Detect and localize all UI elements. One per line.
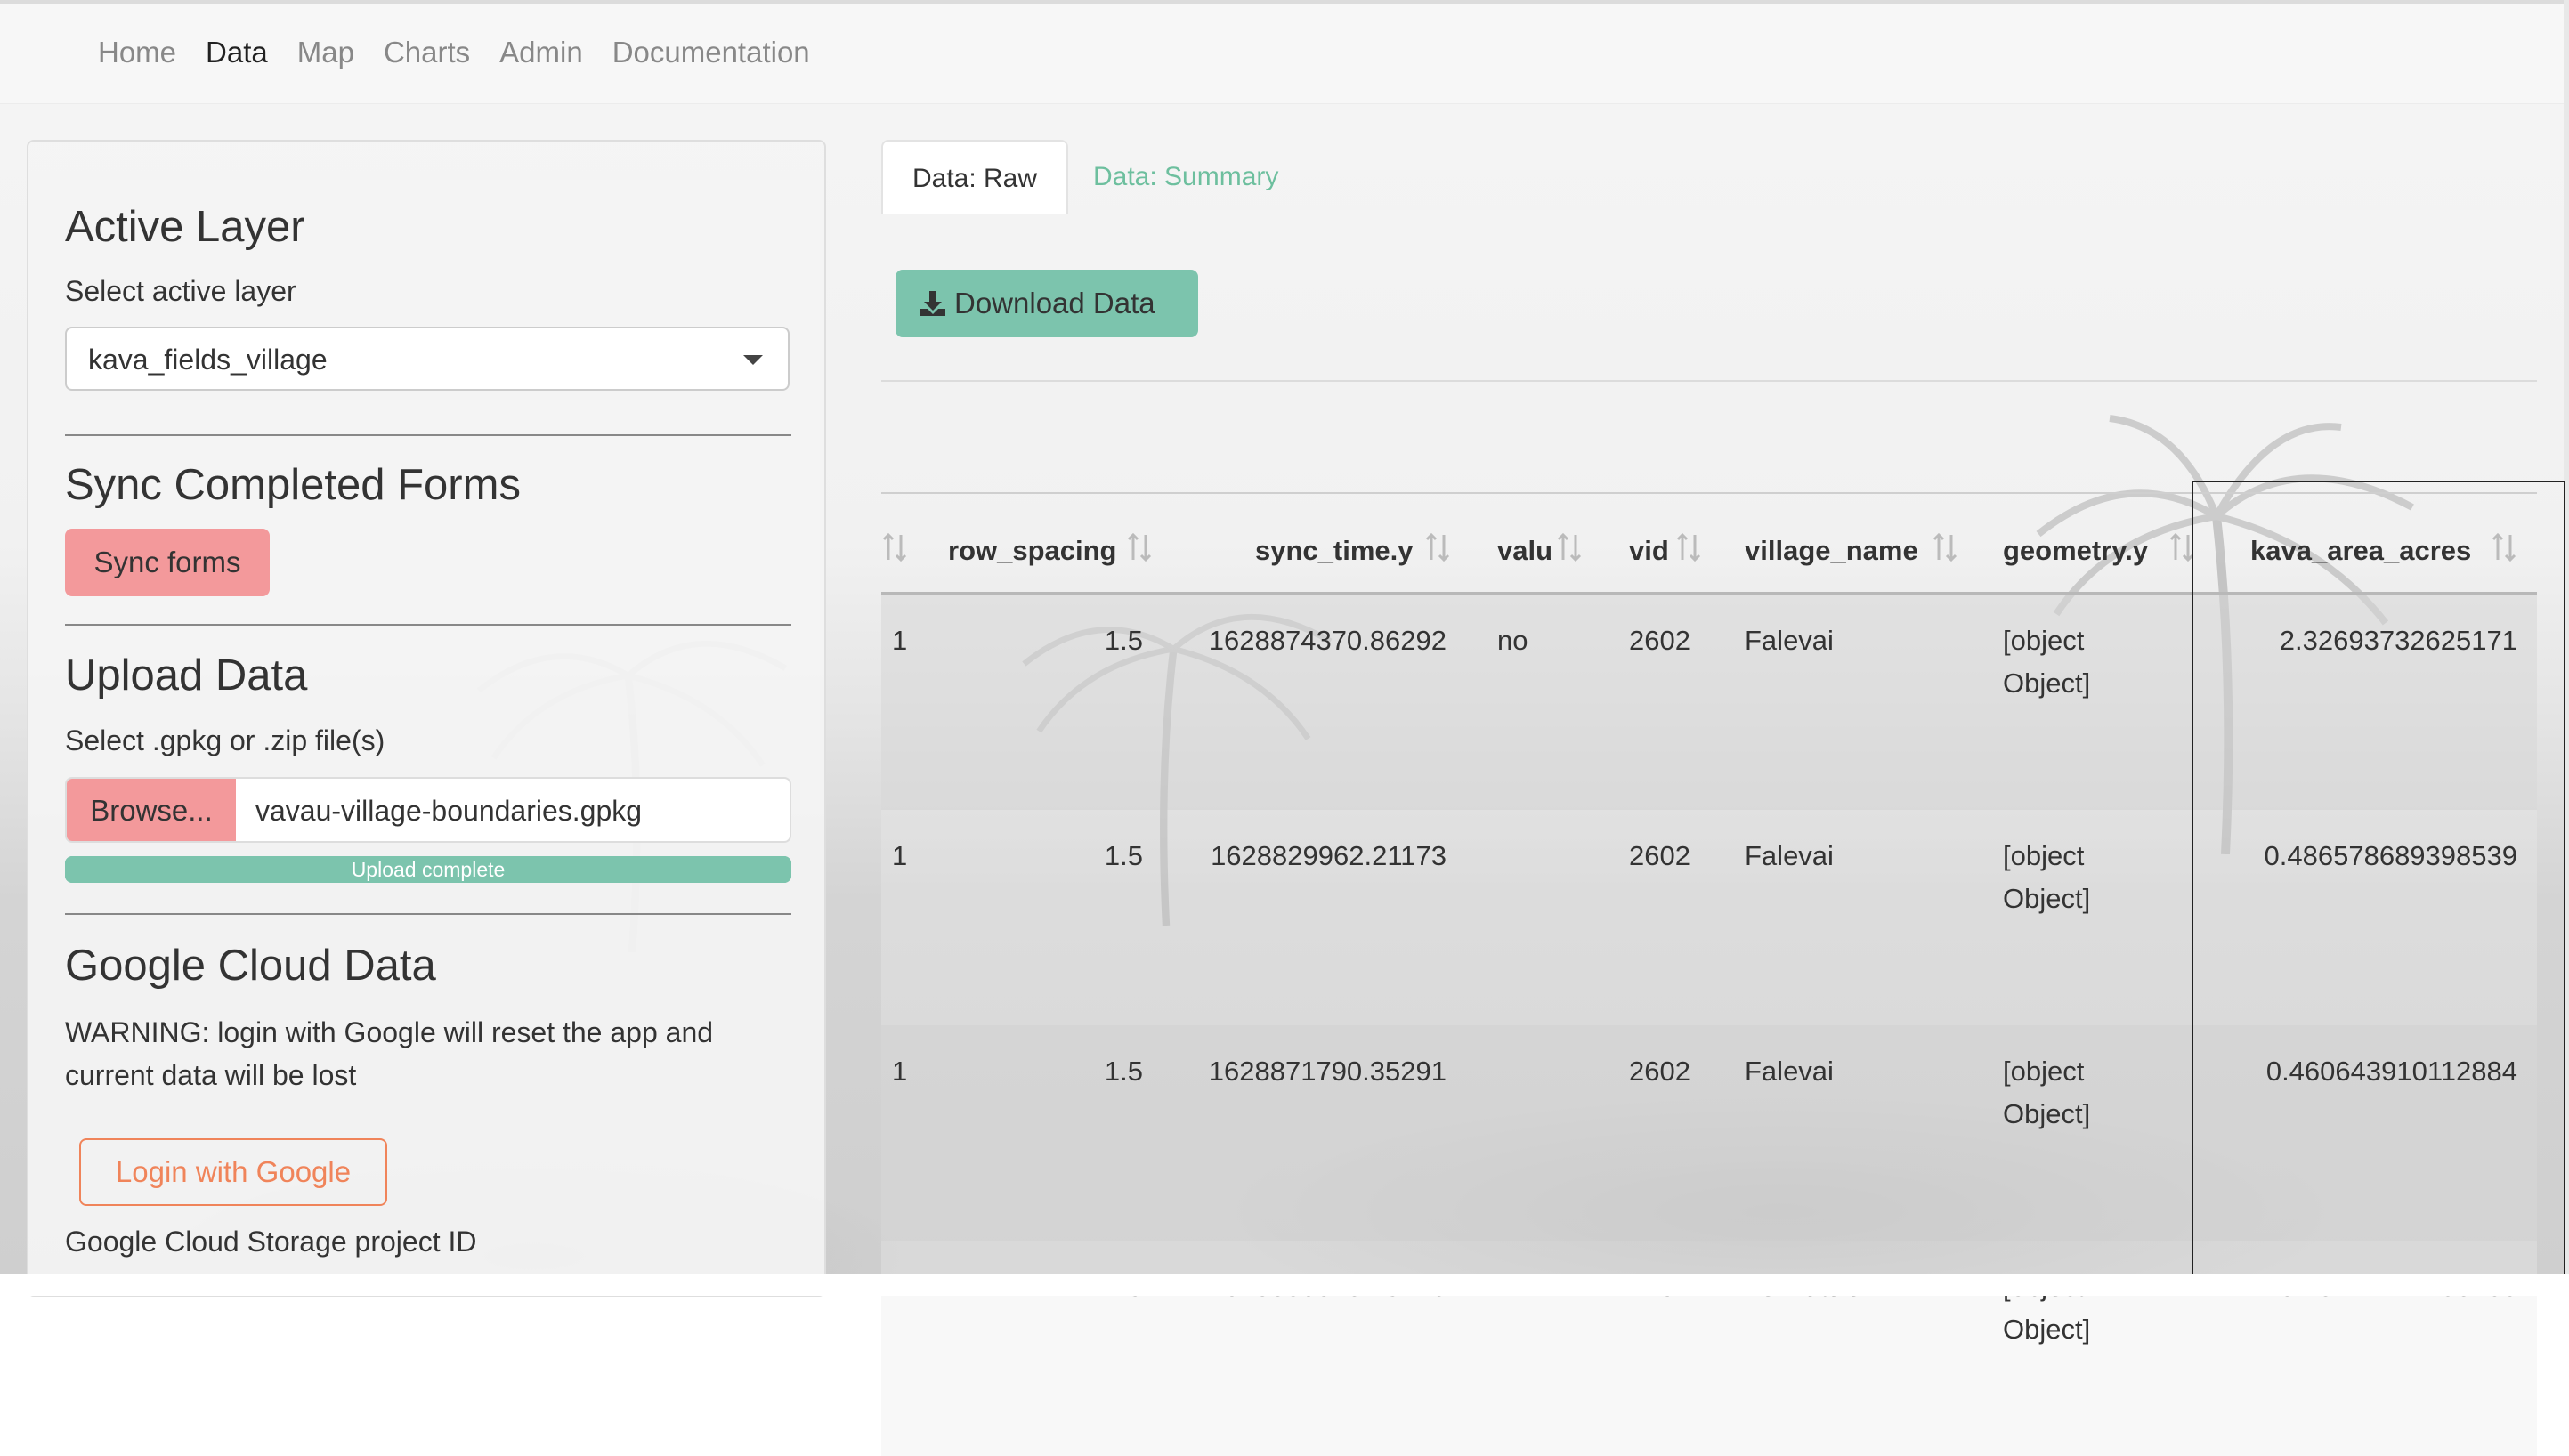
cell-row-spacing: 1.5 [1104,1056,1143,1087]
nav-item-charts[interactable]: Charts [384,30,470,75]
nav-item-map[interactable]: Map [297,30,354,75]
sort-arrows-icon[interactable] [1556,530,1583,565]
table-row[interactable]: 1 1.5 1628829962.21173 2602 Falevai [obj… [881,810,2537,1025]
column-header-kava-area-acres[interactable]: kava_area_acres [2250,535,2471,567]
active-layer-heading: Active Layer [65,203,305,251]
google-cloud-heading: Google Cloud Data [65,942,436,990]
top-navbar: Home Data Map Charts Admin Documentation [0,4,2569,104]
column-header-vid[interactable]: vid [1629,535,1669,567]
cell-geometry-line2: Object] [2003,883,2091,914]
cell-row-spacing: 1.5 [1104,625,1143,656]
download-data-label: Download Data [954,287,1155,320]
cell-sync-time: 1628871790.35291 [1208,1056,1447,1087]
file-input-group: Browse... vavau-village-boundaries.gpkg [65,777,791,843]
section-divider [65,624,791,626]
cell-geometry-line2: Object] [2003,667,2091,699]
section-divider [65,434,791,436]
cell-kava-area-acres: 2.32693732625171 [2279,625,2517,656]
nav-menu: Home Data Map Charts Admin Documentation [98,30,839,75]
nav-item-documentation[interactable]: Documentation [612,30,810,75]
column-header-geometry[interactable]: geometry.y [2003,535,2148,567]
cell-valu: no [1497,625,1528,656]
sort-arrows-icon[interactable] [2491,530,2517,565]
sidebar-panel: Active Layer Select active layer kava_fi… [27,140,826,1297]
cell-kava-area-acres: 0.486578689398539 [2264,840,2517,871]
main-content: Data: Raw Data: Summary Download Data ro… [881,140,2537,1456]
table-row[interactable]: 1 1.5 1628838328.15426 2401 Leimatu'a [o… [881,1241,2537,1456]
login-with-google-button[interactable]: Login with Google [79,1138,387,1206]
google-warning-line2: current data will be lost [65,1059,357,1091]
table-top-border [881,492,2537,494]
column-header-valu[interactable]: valu [1497,535,1552,567]
tab-data-raw[interactable]: Data: Raw [881,140,1068,214]
google-warning-line1: WARNING: login with Google will reset th… [65,1016,714,1048]
main-divider [881,380,2537,382]
sync-heading: Sync Completed Forms [65,461,521,509]
sort-arrows-icon[interactable] [881,530,908,565]
cell-village-name: Falevai [1745,1056,1834,1087]
file-name-field[interactable]: vavau-village-boundaries.gpkg [255,795,642,828]
browse-button[interactable]: Browse... [67,779,236,841]
cell-geometry-line2: Object] [2003,1314,2091,1345]
active-layer-select[interactable]: kava_fields_village [65,327,790,391]
cell-sync-time: 1628829962.21173 [1211,840,1447,871]
sort-arrows-icon[interactable] [1424,530,1451,565]
column-header-village-name[interactable]: village_name [1745,535,1918,567]
sort-arrows-icon[interactable] [1675,530,1702,565]
chevron-down-icon [743,355,763,365]
upload-progress-text: Upload complete [351,858,506,881]
cell-village-name: Falevai [1745,840,1834,871]
cell-sync-time: 1628874370.86292 [1208,625,1447,656]
cell-row-spacing: 1.5 [1104,840,1143,871]
nav-item-data[interactable]: Data [206,30,268,75]
section-divider [65,913,791,915]
tab-data-summary[interactable]: Data: Summary [1075,140,1296,214]
cell-geometry-line1: [object [2003,840,2085,871]
window-top-border [0,0,2569,4]
cell-geometry-line2: Object] [2003,1098,2091,1129]
cell-index: 1 [892,840,908,871]
window-bottom-edge [0,1274,2569,1296]
cell-village-name: Falevai [1745,625,1834,656]
cell-vid: 2602 [1629,625,1690,656]
active-layer-label: Select active layer [65,275,296,307]
cell-kava-area-acres: 0.460643910112884 [2265,1056,2517,1087]
cell-index: 1 [892,1056,908,1087]
sync-forms-button[interactable]: Sync forms [65,529,270,596]
download-icon [920,291,945,316]
table-row[interactable]: 1 1.5 1628874370.86292 no 2602 Falevai [… [881,595,2537,810]
sort-arrows-icon[interactable] [1126,530,1153,565]
upload-progress-bar: Upload complete [65,856,791,883]
column-header-row-spacing[interactable]: row_spacing [948,535,1117,567]
upload-heading: Upload Data [65,651,308,700]
sort-arrows-icon[interactable] [2168,530,2195,565]
upload-label: Select .gpkg or .zip file(s) [65,724,385,756]
gcs-project-id-label: Google Cloud Storage project ID [65,1225,477,1258]
cell-vid: 2602 [1629,1056,1690,1087]
cell-index: 1 [892,625,908,656]
download-data-button[interactable]: Download Data [896,270,1198,337]
cell-geometry-line1: [object [2003,1056,2085,1087]
cell-geometry-line1: [object [2003,625,2085,656]
nav-item-home[interactable]: Home [98,30,176,75]
window-right-border [2564,0,2569,1274]
cell-vid: 2602 [1629,840,1690,871]
nav-item-admin[interactable]: Admin [499,30,583,75]
active-layer-value: kava_fields_village [88,344,328,376]
table-row[interactable]: 1 1.5 1628871790.35291 2602 Falevai [obj… [881,1025,2537,1241]
column-header-sync-time[interactable]: sync_time.y [1255,535,1414,567]
sort-arrows-icon[interactable] [1932,530,1958,565]
